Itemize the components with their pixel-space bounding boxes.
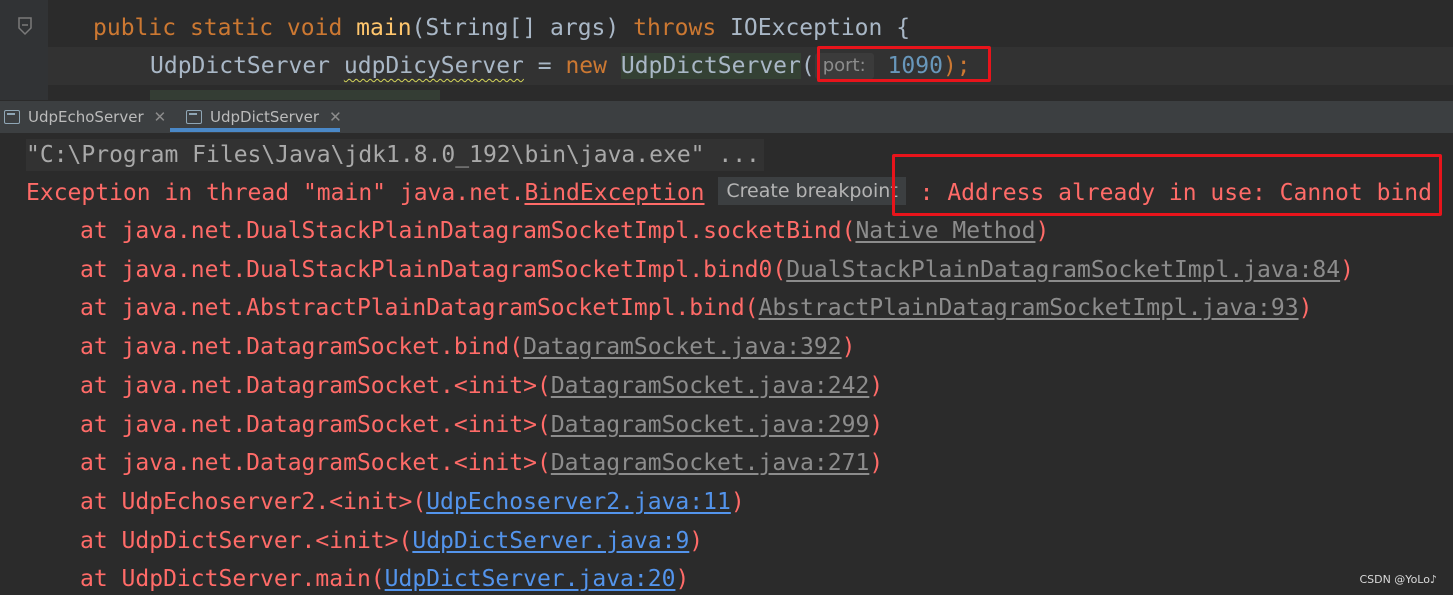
run-tab-bar: UdpEchoServer ✕ UdpDictServer ✕ bbox=[0, 100, 1453, 134]
open-paren: ( bbox=[800, 53, 815, 79]
stack-frame-text: at java.net.DualStackPlainDatagramSocket… bbox=[80, 218, 856, 244]
stack-trace-line: at UdpDictServer.<init>(UdpDictServer.ja… bbox=[80, 525, 703, 557]
console-command-line: "C:\Program Files\Java\jdk1.8.0_192\bin\… bbox=[26, 139, 764, 171]
source-link[interactable]: UdpDictServer.java:9 bbox=[412, 528, 689, 554]
keyword-static: static bbox=[189, 15, 274, 41]
close-icon[interactable]: ✕ bbox=[154, 108, 167, 126]
source-link[interactable]: DatagramSocket.java:392 bbox=[523, 334, 842, 360]
constructor-class: UdpDictServer bbox=[620, 53, 801, 79]
stack-trace-line: at java.net.DatagramSocket.<init>(Datagr… bbox=[80, 447, 883, 479]
source-link[interactable]: UdpEchoserver2.java:11 bbox=[426, 489, 731, 515]
close-paren: ) bbox=[841, 334, 856, 361]
keyword-public: public bbox=[93, 15, 177, 41]
type-name: UdpDictServer bbox=[150, 53, 344, 79]
source-link[interactable]: DatagramSocket.java:299 bbox=[551, 412, 870, 438]
stack-frame-text: at java.net.DatagramSocket.<init>( bbox=[80, 450, 551, 477]
method-name: main bbox=[356, 15, 412, 41]
close-paren: ) bbox=[1035, 218, 1050, 244]
source-link[interactable]: AbstractPlainDatagramSocketImpl.java:93 bbox=[759, 295, 1299, 321]
close-paren: ) bbox=[869, 372, 884, 399]
assign-operator: = bbox=[523, 53, 566, 79]
stack-trace-line: at java.net.AbstractPlainDatagramSocketI… bbox=[80, 292, 1312, 324]
close-paren: ) bbox=[730, 488, 745, 515]
exception-class-link[interactable]: BindException bbox=[525, 180, 705, 206]
stack-trace-line: at UdpDictServer.main(UdpDictServer.java… bbox=[80, 563, 689, 595]
stack-trace-line: at java.net.DatagramSocket.<init>(Datagr… bbox=[80, 370, 883, 402]
source-link[interactable]: UdpDictServer.java:20 bbox=[385, 566, 676, 592]
variable-name: udpDicyServer bbox=[343, 53, 524, 79]
editor-gutter bbox=[0, 0, 48, 100]
run-config-icon bbox=[186, 110, 202, 124]
stack-trace-line: at java.net.DatagramSocket.bind(Datagram… bbox=[80, 331, 855, 363]
run-config-icon bbox=[4, 110, 20, 124]
stack-trace-line: at java.net.DualStackPlainDatagramSocket… bbox=[80, 215, 1049, 247]
source-link[interactable]: DualStackPlainDatagramSocketImpl.java:84 bbox=[786, 257, 1340, 283]
highlight-box-port bbox=[817, 46, 991, 82]
watermark: CSDN @YoLo♪ bbox=[1359, 573, 1437, 586]
stack-trace-line: at java.net.DatagramSocket.<init>(Datagr… bbox=[80, 409, 883, 441]
exception-prefix: Exception in thread "main" java.net. bbox=[26, 180, 525, 206]
stack-frame-text: at java.net.DatagramSocket.bind( bbox=[80, 334, 524, 361]
source-link[interactable]: DatagramSocket.java:271 bbox=[551, 450, 870, 476]
keyword-void: void bbox=[286, 15, 343, 41]
stack-frame-text: at UdpEchoserver2.<init>( bbox=[80, 488, 427, 515]
fold-icon[interactable] bbox=[17, 16, 33, 38]
stack-frame-text: at UdpDictServer.<init>( bbox=[80, 527, 413, 554]
keyword-throws: throws bbox=[633, 15, 717, 41]
code-line-main-signature[interactable]: public static void main(String[] args) t… bbox=[93, 12, 910, 44]
stack-frame-text: at java.net.DatagramSocket.<init>( bbox=[80, 372, 551, 399]
partially-hidden-code-line bbox=[150, 90, 440, 100]
close-paren: ) bbox=[869, 411, 884, 438]
create-breakpoint-tooltip[interactable]: Create breakpoint bbox=[718, 177, 906, 205]
close-paren: ) bbox=[1340, 256, 1354, 283]
stack-trace-line: at java.net.DualStackPlainDatagramSocket… bbox=[80, 254, 1354, 286]
keyword-new: new bbox=[565, 53, 607, 79]
stack-frame-text: at java.net.AbstractPlainDatagramSocketI… bbox=[80, 295, 759, 322]
exception-type: IOException { bbox=[716, 15, 911, 41]
close-paren: ) bbox=[869, 450, 884, 477]
stack-trace-line: at UdpEchoserver2.<init>(UdpEchoserver2.… bbox=[80, 486, 745, 518]
stack-frame-text: at java.net.DatagramSocket.<init>( bbox=[80, 411, 551, 438]
close-icon[interactable]: ✕ bbox=[329, 108, 342, 126]
close-paren: ) bbox=[1298, 295, 1313, 322]
tab-label: UdpEchoServer bbox=[28, 108, 144, 126]
method-params: (String[] args) bbox=[411, 15, 634, 41]
code-editor[interactable]: public static void main(String[] args) t… bbox=[0, 0, 1453, 100]
source-link[interactable]: DatagramSocket.java:242 bbox=[551, 373, 870, 399]
stack-frame-text: at UdpDictServer.main( bbox=[80, 566, 385, 593]
stack-frame-text: at java.net.DualStackPlainDatagramSocket… bbox=[80, 256, 787, 283]
close-paren: ) bbox=[689, 527, 704, 554]
tab-label: UdpDictServer bbox=[210, 108, 320, 126]
close-paren: ) bbox=[675, 566, 690, 593]
active-tab-indicator bbox=[170, 128, 340, 132]
tab-udpechoserver[interactable]: UdpEchoServer ✕ bbox=[4, 101, 166, 133]
highlight-box-error bbox=[892, 154, 1442, 216]
source-link[interactable]: Native Method bbox=[855, 218, 1035, 244]
